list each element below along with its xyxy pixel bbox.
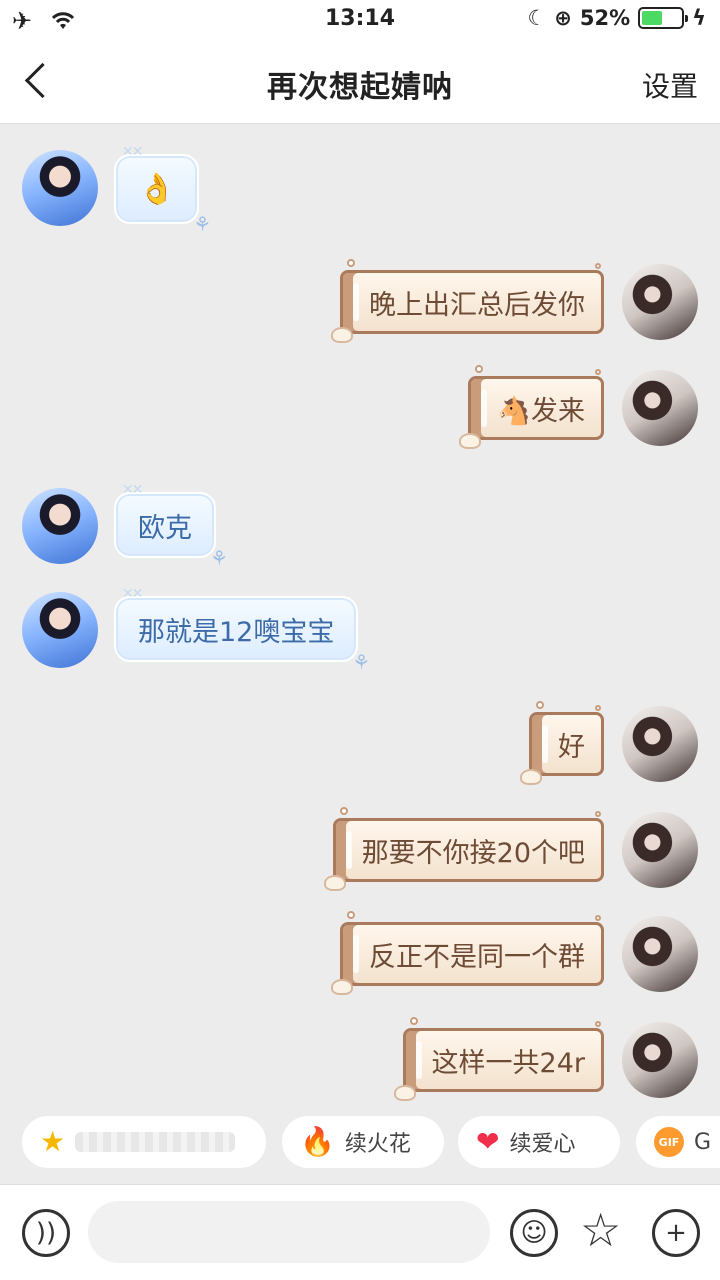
message-list[interactable]: ✕✕ 👌 ⚘ 晚上出汇总后发你 🐴发来 ✕✕ 欧克 ⚘ ✕✕ 那就是12噢宝宝 ⚘ 好 <box>0 124 720 1110</box>
rotation-lock-icon: ⊕ <box>554 6 572 30</box>
gif-icon: GIF <box>654 1127 684 1157</box>
message-row: 🐴发来 <box>0 365 720 449</box>
bow-icon: ⚘ <box>352 650 371 674</box>
message-bubble[interactable]: 晚上出汇总后发你 <box>331 259 604 343</box>
bun-icon <box>331 979 353 995</box>
bow-icon: ⚘ <box>210 546 228 570</box>
my-avatar[interactable] <box>622 370 698 446</box>
chip-gif[interactable]: GIF G <box>636 1116 720 1168</box>
bun-icon <box>520 769 542 785</box>
input-bar: )) ☺ ☆ + <box>0 1184 720 1280</box>
message-bubble[interactable]: ✕✕ 那就是12噢宝宝 ⚘ <box>114 586 370 674</box>
message-bubble[interactable]: ✕✕ 👌 ⚘ <box>114 144 211 236</box>
message-input[interactable] <box>88 1201 490 1263</box>
message-bubble[interactable]: ✕✕ 欧克 ⚘ <box>114 482 228 570</box>
emoji-button[interactable]: ☺ <box>510 1209 558 1257</box>
my-avatar[interactable] <box>622 264 698 340</box>
bow-icon: ⚘ <box>193 212 212 236</box>
message-bubble[interactable]: 🐴发来 <box>459 365 604 449</box>
bun-icon <box>323 875 346 891</box>
battery-percent: 52% <box>579 6 631 30</box>
status-bar: ✈ 13:14 ☾ ⊕ 52% ϟ <box>0 0 720 40</box>
contact-avatar[interactable] <box>22 592 98 668</box>
fire-icon: 🔥 <box>300 1125 335 1158</box>
battery-icon <box>638 7 689 29</box>
heart-icon: ❤ <box>476 1125 500 1158</box>
sticker-star-icon: ☆ <box>580 1203 622 1257</box>
bun-icon <box>393 1085 416 1101</box>
contact-avatar[interactable] <box>22 488 98 564</box>
message-row: ✕✕ 👌 ⚘ <box>0 144 720 236</box>
smiley-icon: ☺ <box>520 1218 548 1248</box>
chip-heart[interactable]: ❤ 续爱心 <box>458 1116 620 1168</box>
message-row: 反正不是同一个群 <box>0 911 720 995</box>
my-avatar[interactable] <box>622 706 698 782</box>
settings-button[interactable]: 设置 <box>642 65 698 105</box>
more-button[interactable]: + <box>652 1209 700 1257</box>
chat-title: 再次想起婧呐 <box>267 70 453 105</box>
message-row: ✕✕ 那就是12噢宝宝 ⚘ <box>0 586 720 674</box>
bun-icon <box>459 433 482 449</box>
message-row: 晚上出汇总后发你 <box>0 259 720 343</box>
message-bubble[interactable]: 好 <box>520 701 604 785</box>
message-row: 好 <box>0 701 720 785</box>
voice-icon: )) <box>35 1218 57 1248</box>
quick-action-bar: ★ 🔥 续火花 ❤ 续爱心 GIF G <box>0 1110 720 1184</box>
blurred-label <box>75 1132 236 1152</box>
contact-avatar[interactable] <box>22 150 98 226</box>
chip-star[interactable]: ★ <box>22 1116 266 1168</box>
chip-fire[interactable]: 🔥 续火花 <box>282 1116 444 1168</box>
star-icon: ★ <box>40 1125 66 1158</box>
charging-icon: ϟ <box>692 6 706 30</box>
plus-icon: + <box>665 1218 687 1248</box>
message-row: ✕✕ 欧克 ⚘ <box>0 482 720 570</box>
bun-icon <box>331 327 353 343</box>
message-row: 那要不你接20个吧 <box>0 807 720 891</box>
sticker-button[interactable]: ☆ <box>580 1207 621 1253</box>
voice-button[interactable]: )) <box>22 1209 70 1257</box>
message-bubble[interactable]: 反正不是同一个群 <box>331 911 604 995</box>
message-bubble[interactable]: 那要不你接20个吧 <box>323 807 604 891</box>
my-avatar[interactable] <box>622 812 698 888</box>
my-avatar[interactable] <box>622 916 698 992</box>
my-avatar[interactable] <box>622 1022 698 1098</box>
moon-icon: ☾ <box>527 6 547 30</box>
chat-header: 再次想起婧呐 设置 <box>0 40 720 124</box>
message-bubble[interactable]: 这样一共24r <box>393 1017 604 1101</box>
message-row: 这样一共24r <box>0 1017 720 1101</box>
